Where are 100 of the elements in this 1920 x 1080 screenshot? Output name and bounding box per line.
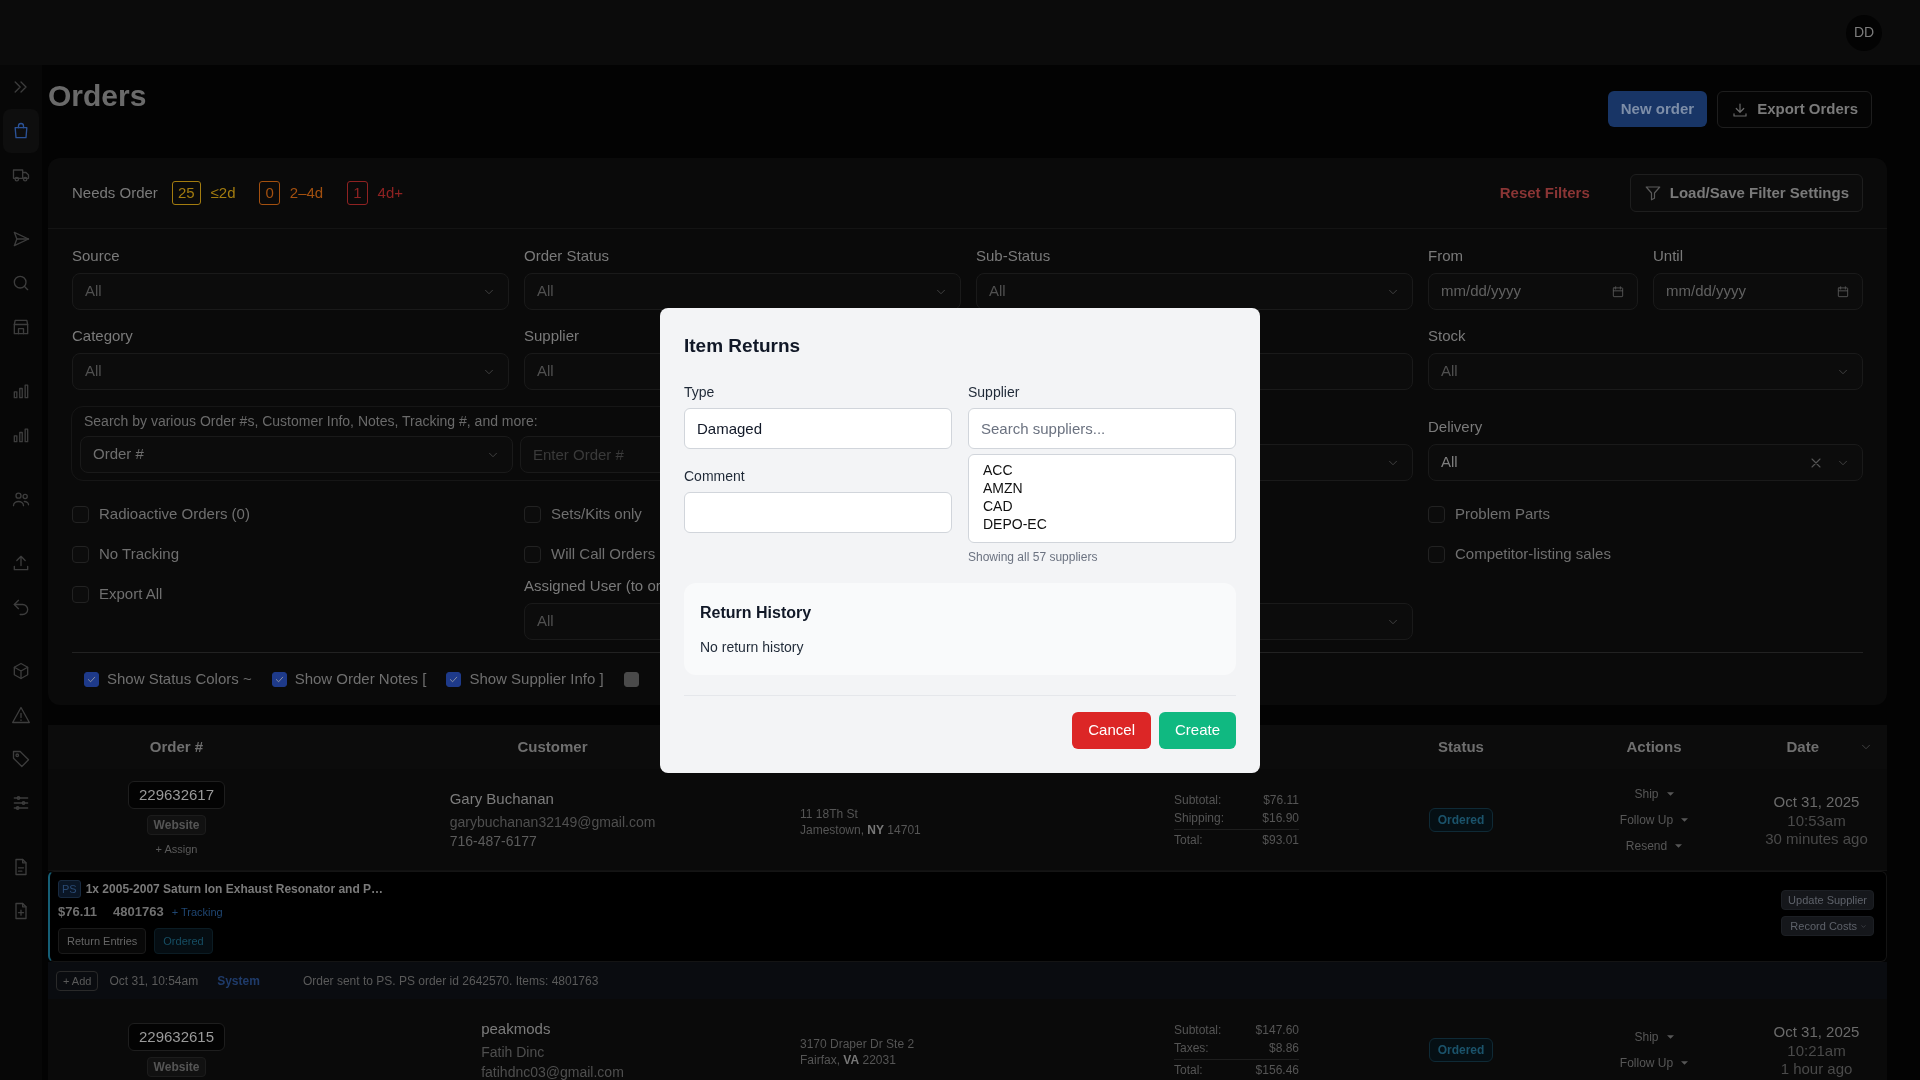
count-badge[interactable]: 1 (347, 181, 368, 205)
action-dropdown[interactable]: Ship (1634, 1027, 1674, 1046)
supplier-option[interactable]: ACC (983, 461, 1221, 479)
item-action-button[interactable]: Update Supplier (1781, 890, 1874, 910)
checkbox[interactable] (72, 505, 89, 523)
assign-link[interactable]: + Assign (155, 841, 198, 858)
reset-filters-link[interactable]: Reset Filters (1499, 181, 1590, 205)
count-badge[interactable]: 0 (259, 181, 280, 205)
search-hint: Search by various Order #s, Customer Info, Notes, Tracking #, and more: (84, 412, 538, 431)
export-button[interactable]: Export Orders (1717, 91, 1872, 128)
checkbox[interactable] (84, 672, 99, 687)
order-date: 30 minutes ago (1765, 829, 1868, 848)
search-icon[interactable] (11, 273, 31, 293)
check-icon (448, 674, 460, 685)
column-header[interactable]: Date (1786, 735, 1819, 759)
dropdown[interactable]: All (524, 273, 961, 310)
order-number[interactable]: 229632615 (127, 1022, 226, 1051)
checkbox[interactable] (524, 545, 541, 563)
caret-icon (1681, 1060, 1689, 1065)
total-value: $156.46 (1255, 1061, 1299, 1079)
count-badge[interactable]: 25 (171, 181, 201, 205)
undo-arrow-icon[interactable] (11, 597, 31, 617)
address-line: Jamestown, NY 14701 (800, 821, 922, 838)
supplier-option[interactable]: AMZN (983, 479, 1221, 497)
comment-field[interactable] (684, 492, 952, 533)
checkbox[interactable] (1428, 505, 1445, 523)
search-type-dropdown[interactable]: Order # (80, 436, 513, 473)
order-number[interactable]: 229632617 (127, 781, 226, 810)
cube-icon[interactable] (11, 661, 31, 681)
column-header: Actions (1626, 737, 1682, 755)
action-dropdown[interactable]: Resend (1625, 836, 1683, 855)
checkbox[interactable] (271, 672, 287, 687)
supplier-search-field[interactable]: Search suppliers... (968, 408, 1236, 449)
customer-detail: 716-487-6177 (449, 832, 538, 851)
address-line: 11 18Th St (800, 805, 859, 822)
checkbox[interactable] (524, 505, 541, 523)
checkbox[interactable] (1428, 545, 1445, 563)
supplier-option[interactable]: DEPO-EC (983, 515, 1221, 533)
checkbox[interactable] (72, 545, 89, 563)
total-value: $8.86 (1268, 1039, 1299, 1057)
new-order-button[interactable]: New order (1607, 91, 1708, 127)
supplier-option[interactable]: CAD (983, 497, 1221, 515)
field-label: Order Status (524, 246, 610, 266)
field-label: Stock (1428, 326, 1466, 346)
storefront-icon[interactable] (11, 317, 31, 337)
tracking-link[interactable]: + Tracking (171, 903, 223, 920)
status-badge: Ordered (1428, 1037, 1494, 1062)
item-title: 1x 2005-2007 Saturn Ion Exhaust Resonator and P… (85, 881, 384, 898)
field-label: Supplier (968, 383, 1021, 402)
date-field[interactable]: mm/dd/yyyy (1428, 273, 1638, 310)
total-value: $93.01 (1262, 831, 1299, 849)
part-number: 4801763 (113, 903, 164, 921)
user-avatar[interactable]: DD (1846, 14, 1882, 51)
type-field[interactable]: Damaged (684, 408, 952, 449)
create-button[interactable]: Create (1158, 712, 1236, 749)
dropdown[interactable]: All (1428, 353, 1863, 390)
field-label: Type (684, 383, 716, 402)
checkbox-label: Show Order Notes [ (294, 669, 427, 690)
paper-plane-icon[interactable] (11, 229, 31, 249)
checkbox-label: Sets/Kits only (551, 503, 642, 524)
check-icon (273, 674, 285, 685)
note-time: Oct 31, 10:54am (109, 972, 199, 990)
dropdown[interactable]: All (72, 353, 509, 390)
age-range-label: 4d+ (377, 182, 403, 203)
customer-detail: Gary Buchanan (449, 789, 555, 809)
total-value: $76.11 (1263, 791, 1299, 809)
customer-detail: garybuchanan32149@gmail.com (449, 813, 656, 832)
total-label: Total: (1174, 1061, 1203, 1079)
checkbox[interactable] (446, 672, 462, 687)
dropdown[interactable]: All (1428, 444, 1863, 481)
total-value: $16.90 (1262, 809, 1299, 827)
action-dropdown[interactable]: Follow Up (1619, 810, 1689, 829)
field-label: Delivery (1428, 417, 1483, 437)
caret-icon (1666, 1034, 1674, 1039)
checkbox[interactable] (72, 585, 89, 603)
calendar-icon (1836, 284, 1850, 299)
upload-icon[interactable] (11, 553, 31, 573)
supplier-list[interactable]: ACC AMZN CAD DEPO-EC (968, 454, 1236, 543)
total-label: Taxes: (1174, 1039, 1209, 1057)
chevron-down-icon (1860, 922, 1867, 930)
return-entries-button[interactable]: Return Entries (58, 927, 147, 954)
item-action-button[interactable]: Record Costs (1781, 916, 1874, 936)
warning-icon[interactable] (11, 705, 31, 725)
cancel-button[interactable]: Cancel (1072, 712, 1151, 749)
page-title: Orders (48, 78, 147, 114)
note-author: System (217, 972, 260, 990)
field-label: Category (72, 326, 133, 346)
checkbox-label: Export All (99, 583, 163, 604)
caret-icon (1666, 791, 1674, 796)
dropdown[interactable]: All (72, 273, 509, 310)
dropdown[interactable]: All (976, 273, 1413, 310)
filter-settings-button[interactable]: Load/Save Filter Settings (1629, 174, 1863, 212)
action-dropdown[interactable]: Ship (1634, 784, 1674, 803)
action-dropdown[interactable]: Follow Up (1619, 1053, 1689, 1072)
sliders-icon[interactable] (11, 793, 31, 813)
add-note-button[interactable]: + Add (56, 970, 99, 991)
date-field[interactable]: mm/dd/yyyy (1653, 273, 1863, 310)
total-label: Shipping: (1174, 809, 1225, 827)
tag-icon[interactable] (11, 749, 31, 769)
checkbox-label: Radioactive Orders (0) (99, 503, 250, 524)
